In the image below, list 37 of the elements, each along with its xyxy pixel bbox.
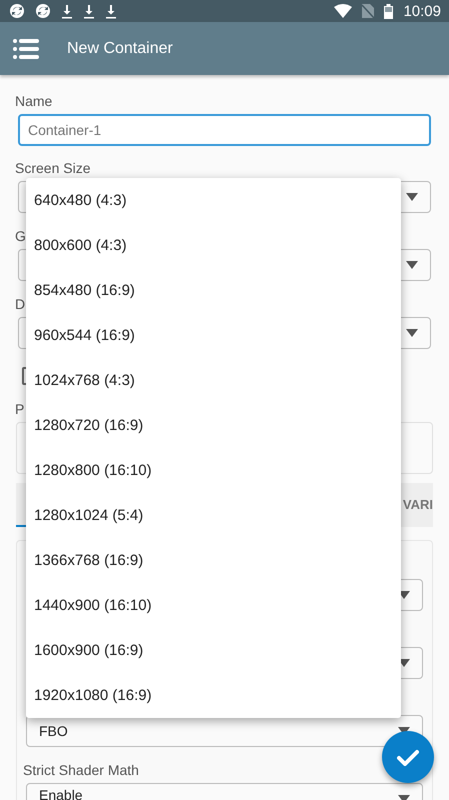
dropdown-option[interactable]: 1280x1024 (5:4): [26, 493, 401, 538]
download-icon: [61, 4, 73, 18]
field-label: Strict Shader Math: [23, 761, 139, 779]
dropdown-option[interactable]: 1366x768 (16:9): [26, 538, 401, 583]
field-label: G: [15, 227, 26, 245]
dropdown-option[interactable]: 640x480 (4:3): [26, 178, 401, 223]
screen-title: New Container: [67, 40, 173, 58]
dropdown-field[interactable]: Enable: [26, 783, 423, 800]
dropdown-option[interactable]: 1920x1080 (16:9): [26, 673, 401, 718]
checkmark-icon: [397, 748, 419, 766]
caret-icon: [406, 193, 418, 201]
dropdown-option[interactable]: 1440x900 (16:10): [26, 583, 401, 628]
dropdown-option[interactable]: 854x480 (16:9): [26, 268, 401, 313]
caret-icon: [406, 329, 418, 337]
dropdown-option[interactable]: 960x544 (16:9): [26, 313, 401, 358]
name-field[interactable]: Container-1: [18, 114, 431, 146]
dropdown-option[interactable]: 1600x900 (16:9): [26, 628, 401, 673]
dropdown-option[interactable]: 800x600 (4:3): [26, 223, 401, 268]
dropdown-option[interactable]: 1024x768 (4:3): [26, 358, 401, 403]
download-icon: [83, 4, 95, 18]
dropdown-option[interactable]: 1280x720 (16:9): [26, 403, 401, 448]
caret-icon: [406, 261, 418, 269]
dropdown-option[interactable]: 1280x800 (16:10): [26, 448, 401, 493]
sync-icon: [35, 3, 51, 19]
download-icon: [105, 4, 117, 18]
field-label: Screen Size: [15, 159, 90, 177]
wifi-icon: [334, 4, 352, 18]
menu-icon: [13, 38, 39, 58]
field-label: P: [15, 400, 24, 418]
tab[interactable]: VARI: [402, 483, 433, 527]
field-label: Name: [15, 92, 52, 110]
menu-button[interactable]: [13, 38, 39, 58]
battery-icon: [384, 4, 394, 18]
clock-time: 10:09: [403, 2, 441, 20]
no-sim-icon: [362, 4, 374, 18]
sync-icon: [9, 3, 25, 19]
field-label: D: [15, 295, 26, 313]
